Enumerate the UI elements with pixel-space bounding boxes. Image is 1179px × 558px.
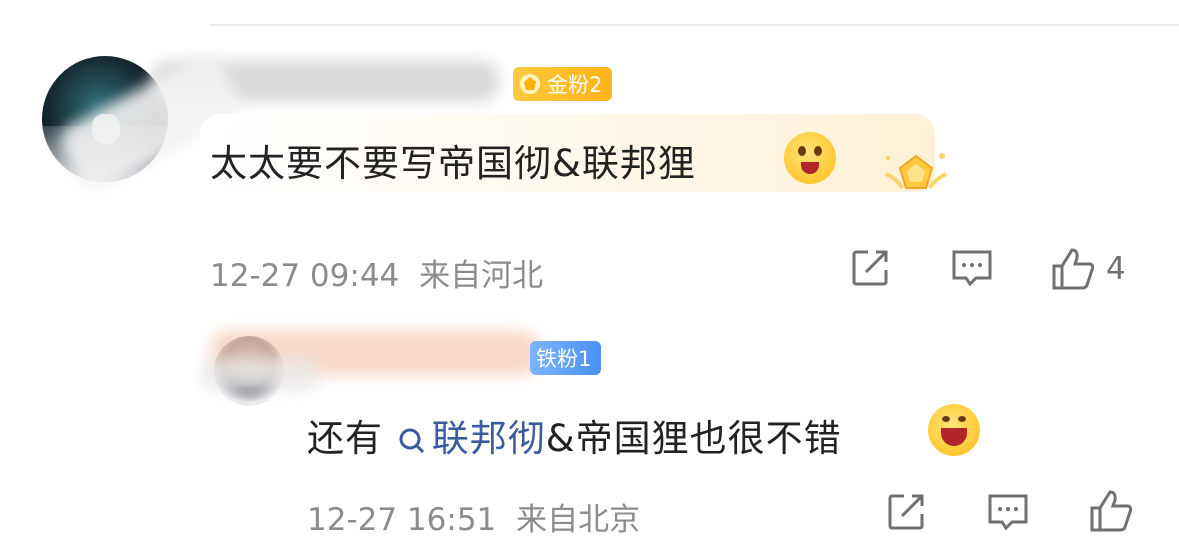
topic-link[interactable]: 联邦彻 xyxy=(396,417,546,460)
like-icon xyxy=(1052,248,1095,290)
reply-text-suffix: &帝国狸也很不错 xyxy=(545,417,842,460)
fan-badge-label: 金粉2 xyxy=(547,73,603,97)
like-button[interactable] xyxy=(1088,488,1134,534)
share-button[interactable] xyxy=(884,490,928,534)
emoji-icon xyxy=(784,132,836,184)
like-count: 4 xyxy=(1106,251,1126,287)
comment-text-body: 太太要不要写帝国彻&联邦狸 xyxy=(210,142,696,185)
comment-meta: 12-27 09:44 来自河北 xyxy=(210,250,543,295)
fan-badge-iron[interactable]: 铁粉1 xyxy=(530,341,602,375)
comment-button[interactable] xyxy=(950,246,994,290)
gem-icon xyxy=(520,74,540,94)
vip-decoration-icon xyxy=(885,153,947,189)
reply-meta: 12-27 16:51 来自北京 xyxy=(307,494,640,539)
comment-button[interactable] xyxy=(986,490,1030,534)
topic-link-label: 联邦彻 xyxy=(431,417,546,460)
top-divider xyxy=(210,24,1179,26)
reply-text: 还有 联邦彻&帝国狸也很不错 xyxy=(307,408,842,462)
reply-text-prefix: 还有 xyxy=(307,417,383,460)
comment-icon xyxy=(988,494,1028,531)
like-icon xyxy=(1090,490,1133,532)
emoji-icon xyxy=(928,404,980,456)
reply-time: 12-27 16:51 xyxy=(307,502,497,538)
avatar-redaction xyxy=(200,358,320,392)
share-icon xyxy=(852,250,888,286)
comment-location: 来自河北 xyxy=(419,258,544,294)
fan-badge-label: 铁粉1 xyxy=(536,347,592,371)
comment-icon xyxy=(952,250,992,287)
comment-time: 12-27 09:44 xyxy=(210,258,400,294)
search-icon xyxy=(399,428,424,454)
comment-text: 太太要不要写帝国彻&联邦狸 xyxy=(210,133,696,187)
fan-badge-gold[interactable]: 金粉2 xyxy=(513,67,613,101)
like-button[interactable]: 4 xyxy=(1050,246,1126,292)
reply-location: 来自北京 xyxy=(516,502,641,538)
share-icon xyxy=(888,494,924,530)
share-button[interactable] xyxy=(848,246,892,290)
